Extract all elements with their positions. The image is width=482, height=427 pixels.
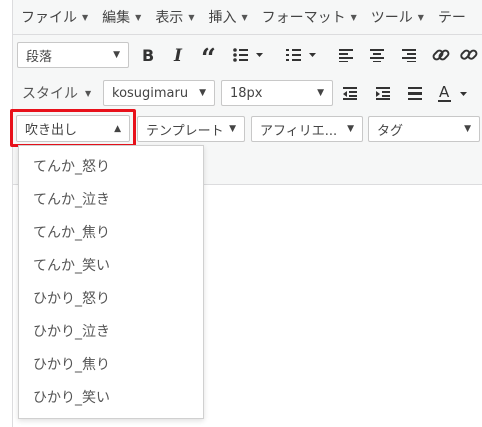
chevron-down-icon: ▼ [82, 12, 89, 22]
tag-select[interactable]: タグ ▼ [368, 116, 480, 142]
menu-insert-label: 挿入 [208, 10, 237, 26]
align-left-button[interactable] [333, 42, 359, 68]
chevron-down-icon: ▼ [188, 12, 195, 22]
highlight-box [10, 109, 136, 147]
chevron-down-icon: ▼ [417, 12, 424, 22]
chevron-down-icon: ▼ [350, 12, 357, 22]
horizontal-line-button[interactable] [402, 80, 428, 106]
chevron-down-icon: ▼ [241, 12, 248, 22]
align-center-icon [370, 49, 384, 62]
menu-edit-label: 編集 [102, 10, 131, 26]
bold-icon: B [142, 47, 154, 63]
numbered-list-icon [286, 49, 316, 61]
svg-text:A: A [439, 83, 450, 101]
menu-view[interactable]: 表示 ▼ [147, 0, 200, 34]
svg-text:B: B [142, 47, 154, 63]
dropdown-item[interactable]: てんか_泣き [19, 183, 203, 215]
chevron-down-icon: ▼ [85, 88, 92, 98]
align-left-icon [339, 49, 353, 62]
align-right-icon [402, 49, 416, 62]
horizontal-line-icon [408, 87, 422, 100]
outdent-icon [343, 87, 357, 100]
indent-button[interactable] [370, 80, 396, 106]
text-color-button[interactable]: A [434, 80, 472, 106]
menu-table[interactable]: テー [430, 0, 472, 34]
style-menu-label: スタイル [22, 86, 78, 102]
italic-icon: I [173, 47, 183, 63]
align-center-button[interactable] [364, 42, 390, 68]
remove-link-button[interactable] [458, 42, 480, 68]
balloon-dropdown: てんか_怒り てんか_泣き てんか_焦り てんか_笑い ひかり_怒り ひかり_泣… [18, 145, 204, 419]
insert-link-button[interactable] [428, 42, 454, 68]
bullet-list-icon [233, 48, 263, 62]
menu-insert[interactable]: 挿入 ▼ [200, 0, 253, 34]
outdent-button[interactable] [337, 80, 363, 106]
bullet-list-button[interactable] [231, 42, 267, 68]
quote-icon: “ [201, 47, 216, 63]
link-icon [432, 49, 450, 61]
menu-table-label: テー [437, 10, 466, 26]
svg-text:I: I [173, 47, 183, 63]
dropdown-item[interactable]: てんか_焦り [19, 216, 203, 248]
dropdown-item[interactable]: てんか_笑い [19, 249, 203, 281]
chevron-down-icon: ▼ [229, 124, 236, 134]
style-menu[interactable]: スタイル ▼ [22, 80, 91, 106]
indent-icon [376, 87, 390, 100]
menu-file-label: ファイル [21, 10, 77, 26]
menu-format-label: フォーマット [261, 10, 346, 26]
template-select-value: テンプレート [146, 123, 224, 139]
numbered-list-button[interactable] [284, 42, 320, 68]
align-right-button[interactable] [396, 42, 422, 68]
italic-button[interactable]: I [166, 42, 192, 68]
unlink-icon [460, 49, 478, 60]
chevron-down-icon: ▼ [317, 88, 324, 98]
font-family-select[interactable]: kosugimaru ▼ [103, 80, 215, 106]
chevron-down-icon: ▼ [135, 12, 142, 22]
menu-edit[interactable]: 編集 ▼ [94, 0, 147, 34]
bold-button[interactable]: B [135, 42, 161, 68]
dropdown-item[interactable]: ひかり_焦り [19, 348, 203, 380]
menu-tools-label: ツール [370, 10, 413, 26]
menu-view-label: 表示 [155, 10, 184, 26]
tag-select-value: タグ [377, 123, 404, 139]
menu-file[interactable]: ファイル ▼ [13, 0, 94, 34]
dropdown-item[interactable]: てんか_怒り [19, 150, 203, 182]
dropdown-item[interactable]: ひかり_怒り [19, 282, 203, 314]
menu-tools[interactable]: ツール ▼ [363, 0, 430, 34]
paragraph-select-value: 段落 [26, 49, 53, 65]
chevron-down-icon: ▼ [113, 50, 120, 60]
affiliate-select[interactable]: アフィリエ... ▼ [251, 116, 363, 142]
font-size-value: 18px [230, 85, 263, 101]
font-size-select[interactable]: 18px ▼ [221, 80, 333, 106]
menu-format[interactable]: フォーマット ▼ [254, 0, 363, 34]
font-family-value: kosugimaru [112, 85, 189, 101]
paragraph-select[interactable]: 段落 ▼ [17, 42, 129, 68]
affiliate-select-value: アフィリエ... [260, 123, 338, 139]
svg-text:“: “ [201, 47, 216, 63]
chevron-down-icon: ▼ [347, 124, 354, 134]
blockquote-button[interactable]: “ [197, 42, 223, 68]
chevron-down-icon: ▼ [199, 88, 206, 98]
dropdown-item[interactable]: ひかり_笑い [19, 381, 203, 413]
chevron-down-icon: ▼ [464, 124, 471, 134]
menubar: ファイル ▼ 編集 ▼ 表示 ▼ 挿入 ▼ フォーマット ▼ ツール ▼ テー [13, 0, 482, 35]
dropdown-item[interactable]: ひかり_泣き [19, 315, 203, 347]
template-select[interactable]: テンプレート ▼ [137, 116, 245, 142]
text-color-icon: A [438, 83, 467, 102]
